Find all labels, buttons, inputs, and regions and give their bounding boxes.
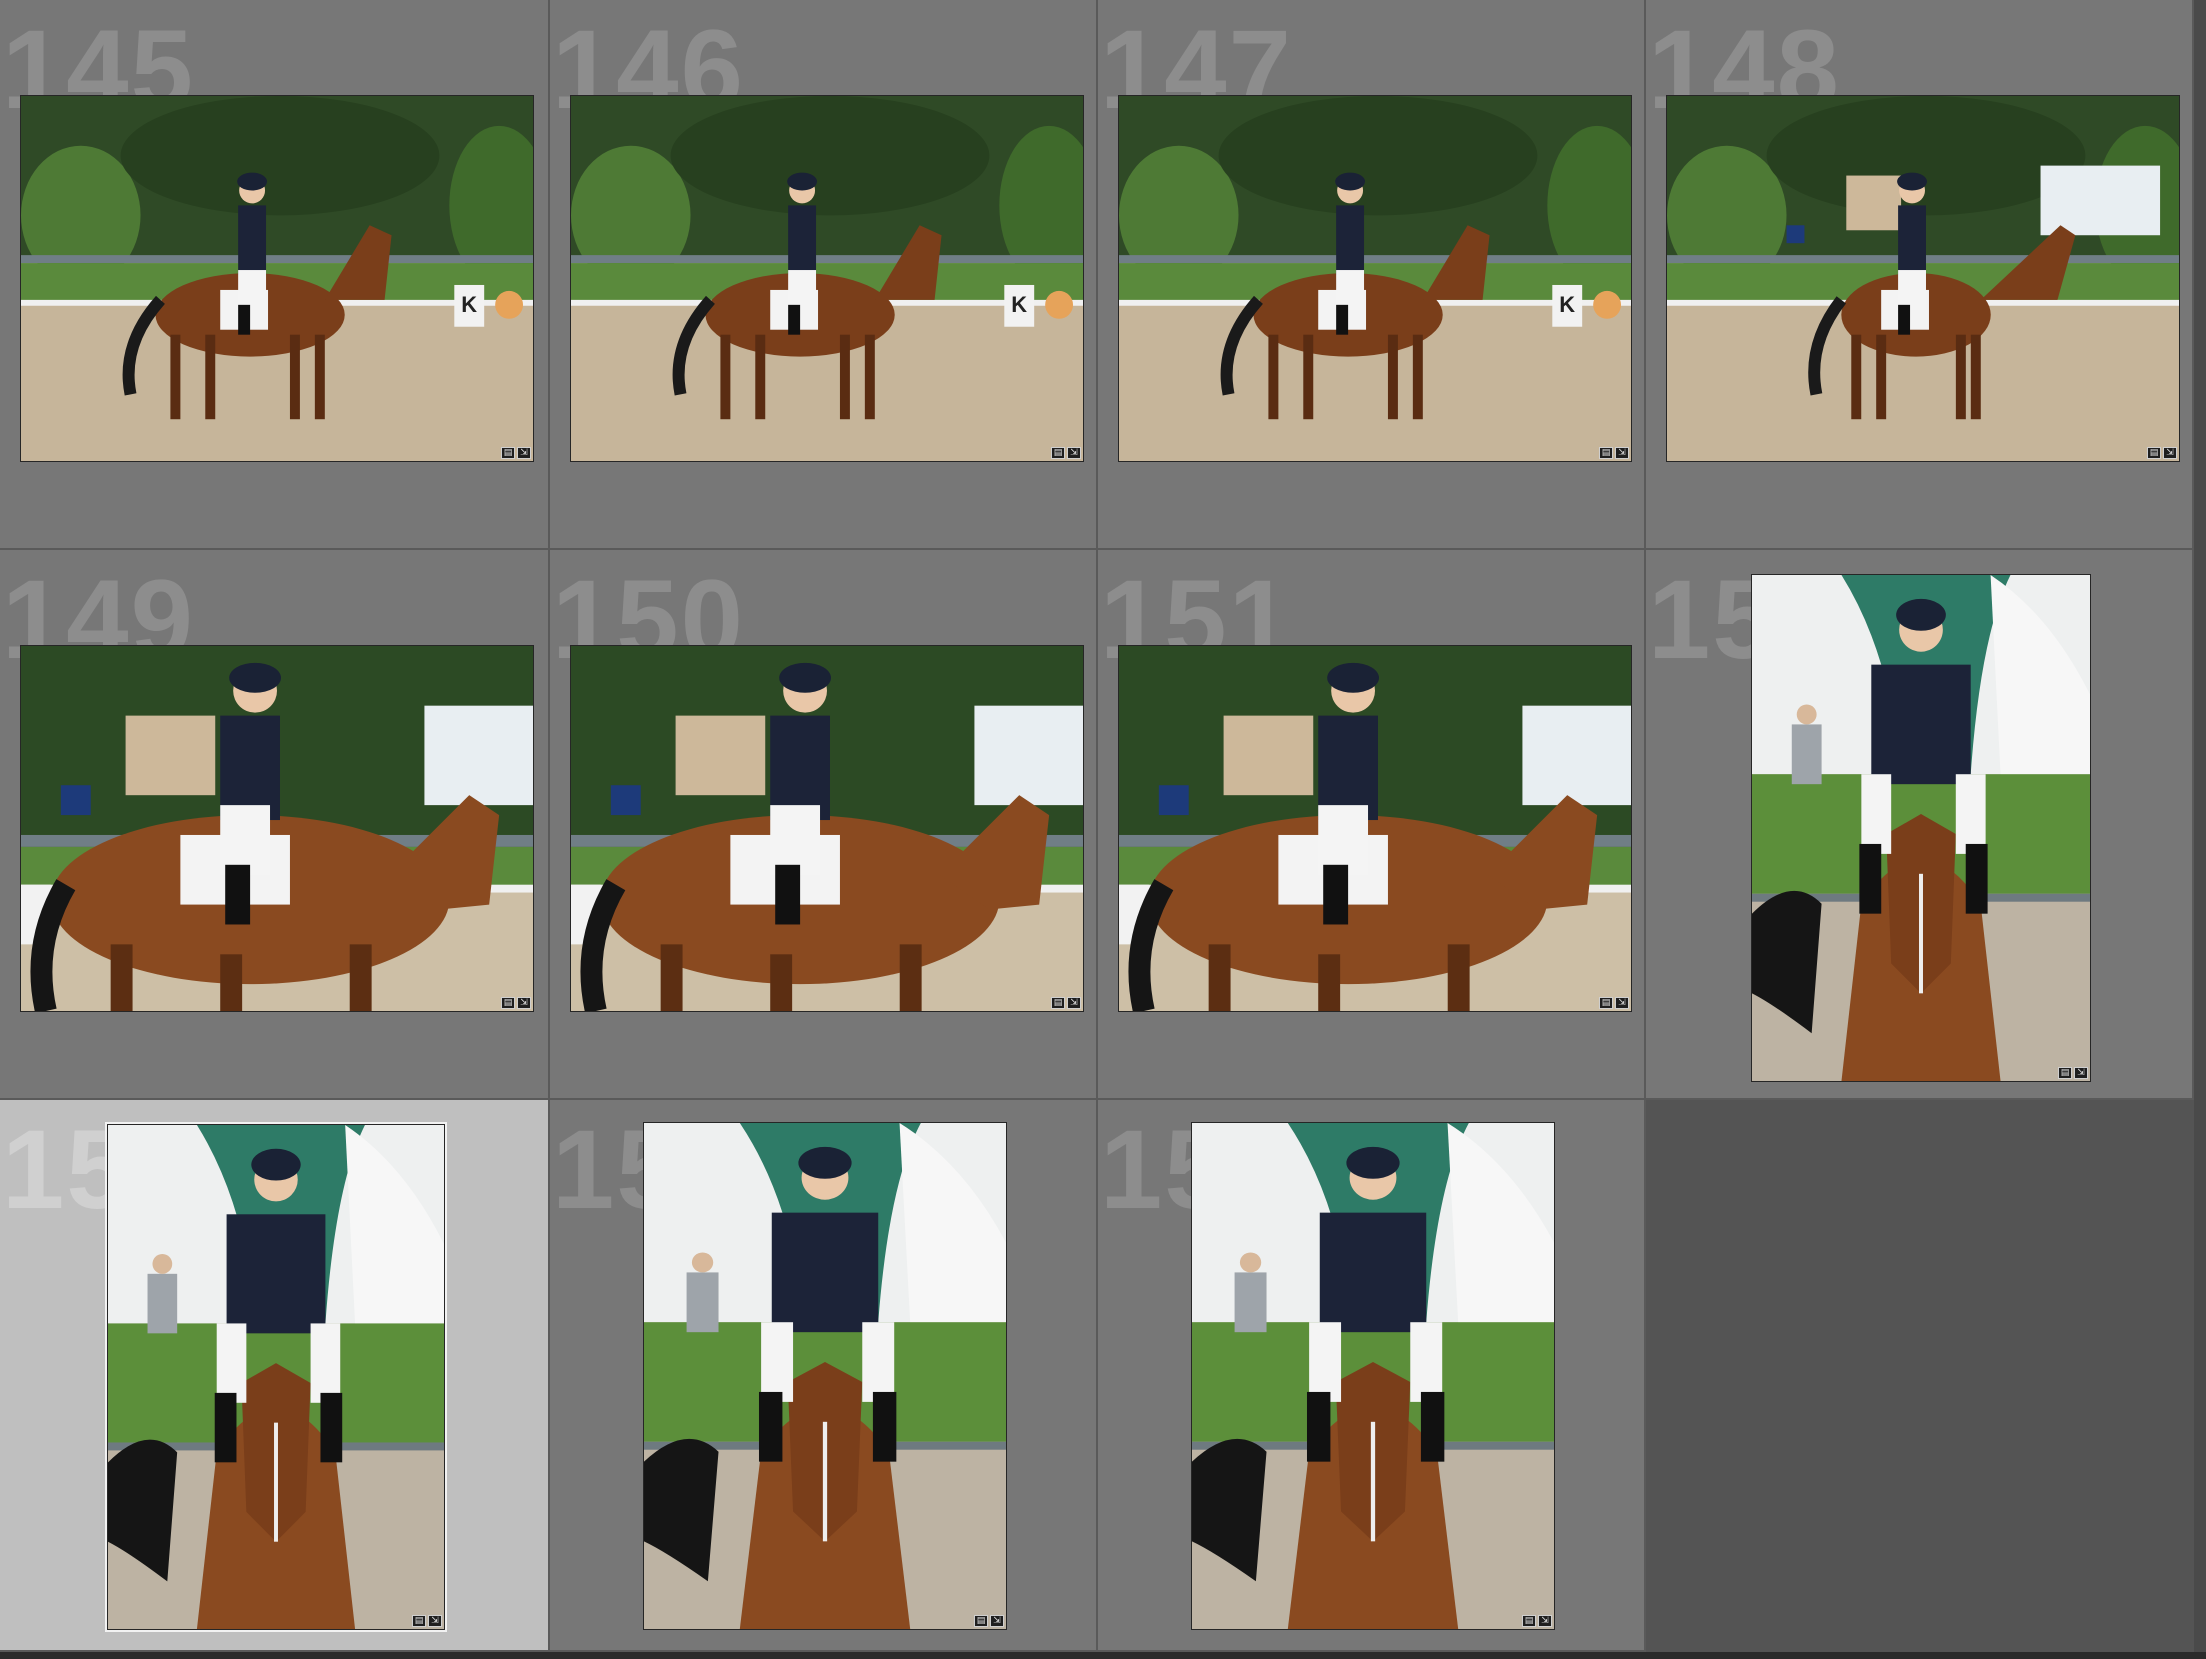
thumbnail-badges: ▤ ⇲	[1051, 997, 1081, 1009]
photo-thumbnail[interactable]: ▤ ⇲	[570, 645, 1084, 1012]
metadata-badge-icon[interactable]: ▤	[412, 1615, 426, 1627]
grid-cell[interactable]: 151 ▤ ⇲	[1098, 550, 1646, 1100]
bottom-edge	[0, 1652, 2206, 1659]
metadata-badge-icon[interactable]: ▤	[1522, 1615, 1536, 1627]
grid-cell[interactable]: 145 K ▤ ⇲	[0, 0, 550, 550]
grid-cell[interactable]: 150 ▤ ⇲	[550, 550, 1098, 1100]
metadata-badge-icon[interactable]: ▤	[501, 447, 515, 459]
grid-cell[interactable]: 153 ▤ ⇲	[0, 1100, 550, 1652]
svg-text:K: K	[461, 292, 477, 317]
photo-thumbnail[interactable]: K ▤ ⇲	[1118, 95, 1632, 462]
svg-text:K: K	[1559, 292, 1575, 317]
empty-grid-area	[1646, 1100, 2194, 1652]
thumbnail-badges: ▤ ⇲	[2058, 1067, 2088, 1079]
edited-badge-icon[interactable]: ⇲	[1067, 997, 1081, 1009]
metadata-badge-icon[interactable]: ▤	[2058, 1067, 2072, 1079]
edited-badge-icon[interactable]: ⇲	[1067, 447, 1081, 459]
metadata-badge-icon[interactable]: ▤	[1599, 997, 1613, 1009]
metadata-badge-icon[interactable]: ▤	[1051, 997, 1065, 1009]
edited-badge-icon[interactable]: ⇲	[517, 447, 531, 459]
edited-badge-icon[interactable]: ⇲	[2163, 447, 2177, 459]
photo-thumbnail[interactable]: ▤ ⇲	[1191, 1122, 1555, 1630]
thumbnail-badges: ▤ ⇲	[1051, 447, 1081, 459]
thumbnail-badges: ▤ ⇲	[501, 997, 531, 1009]
thumbnail-badges: ▤ ⇲	[1599, 447, 1629, 459]
edited-badge-icon[interactable]: ⇲	[1615, 447, 1629, 459]
thumbnail-badges: ▤ ⇲	[412, 1615, 442, 1627]
photo-thumbnail[interactable]: ▤ ⇲	[105, 1122, 447, 1632]
edited-badge-icon[interactable]: ⇲	[2074, 1067, 2088, 1079]
metadata-badge-icon[interactable]: ▤	[1599, 447, 1613, 459]
grid-cell[interactable]: 155 ▤⇲	[1098, 1100, 1646, 1652]
photo-thumbnail[interactable]: ▤ ⇲	[1118, 645, 1632, 1012]
edited-badge-icon[interactable]: ⇲	[517, 997, 531, 1009]
edited-badge-icon[interactable]: ⇲	[1615, 997, 1629, 1009]
photo-thumbnail[interactable]: ▤ ⇲	[643, 1122, 1007, 1630]
photo-thumbnail[interactable]: K ▤ ⇲	[570, 95, 1084, 462]
thumbnail-badges: ▤ ⇲	[2147, 447, 2177, 459]
metadata-badge-icon[interactable]: ▤	[974, 1615, 988, 1627]
photo-thumbnail[interactable]: ▤ ⇲	[20, 645, 534, 1012]
svg-text:K: K	[1011, 292, 1027, 317]
edited-badge-icon[interactable]: ⇲	[428, 1615, 442, 1627]
photo-thumbnail[interactable]: ▤ ⇲	[1751, 574, 2091, 1082]
thumbnail-badges: ▤ ⇲	[1522, 1615, 1552, 1627]
grid-cell[interactable]: 154 ▤⇲	[550, 1100, 1098, 1652]
grid-cell[interactable]: 152 ▤ ⇲	[1646, 550, 2194, 1100]
metadata-badge-icon[interactable]: ▤	[501, 997, 515, 1009]
metadata-badge-icon[interactable]: ▤	[2147, 447, 2161, 459]
grid-scrollbar[interactable]	[2194, 0, 2206, 1652]
grid-cell[interactable]: 146 K ▤ ⇲	[550, 0, 1098, 550]
grid-cell[interactable]: 147 K ▤ ⇲	[1098, 0, 1646, 550]
photo-thumbnail[interactable]: K ▤ ⇲	[20, 95, 534, 462]
metadata-badge-icon[interactable]: ▤	[1051, 447, 1065, 459]
grid-cell[interactable]: 148 ▤ ⇲	[1646, 0, 2194, 550]
photo-thumbnail[interactable]: ▤ ⇲	[1666, 95, 2180, 462]
filmstrip-grid: 145 K ▤ ⇲ 146 K ▤ ⇲ 147 K ▤ ⇲ 148 ▤ ⇲ 14…	[0, 0, 2194, 1652]
edited-badge-icon[interactable]: ⇲	[1538, 1615, 1552, 1627]
thumbnail-badges: ▤ ⇲	[1599, 997, 1629, 1009]
grid-cell[interactable]: 149 ▤ ⇲	[0, 550, 550, 1100]
thumbnail-badges: ▤ ⇲	[974, 1615, 1004, 1627]
edited-badge-icon[interactable]: ⇲	[990, 1615, 1004, 1627]
thumbnail-badges: ▤ ⇲	[501, 447, 531, 459]
